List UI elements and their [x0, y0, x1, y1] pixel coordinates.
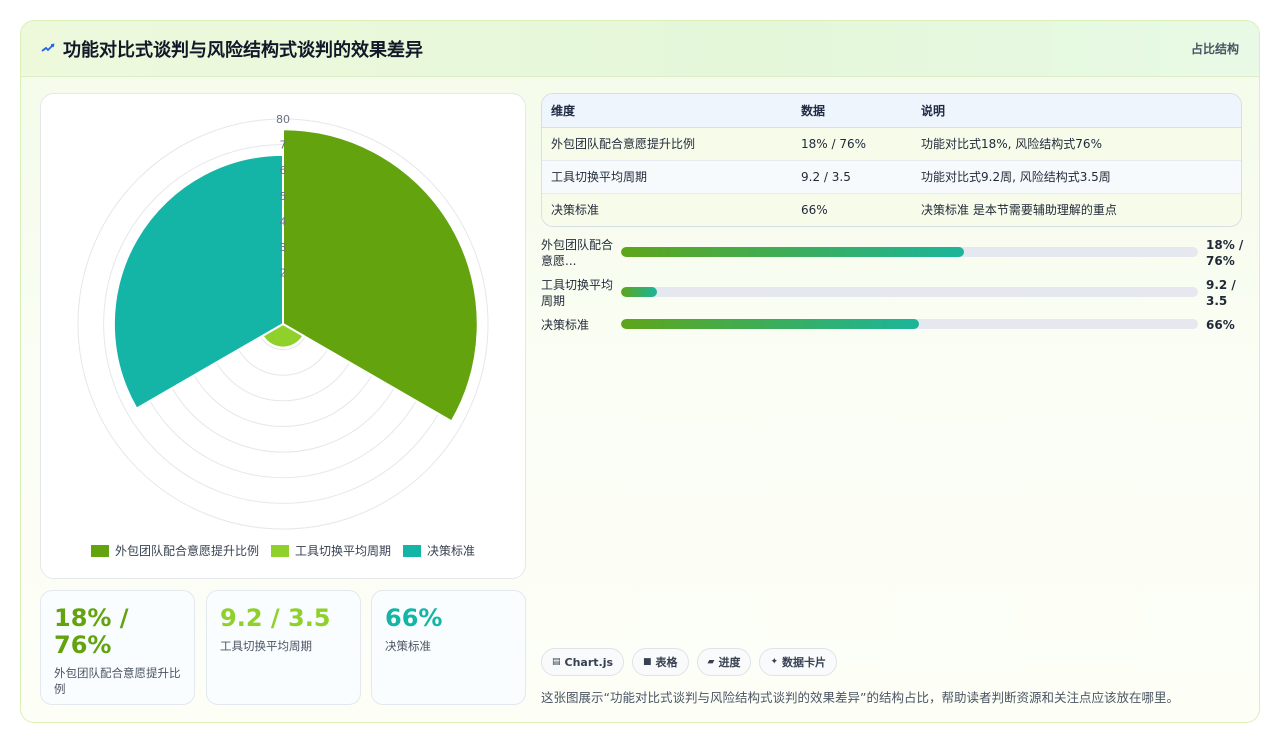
chip-label: 表格 — [655, 656, 678, 669]
tag-chips: ▤ Chart.js ■ 表格 ▰ 进度 ✦ 数据卡片 — [541, 648, 838, 676]
stat-label: 工具切换平均周期 — [220, 639, 312, 653]
trend-icon — [41, 43, 55, 52]
progress-value: 18% / 76% — [1206, 238, 1244, 268]
progress-fill — [621, 247, 965, 257]
table-cell: 外包团队配合意愿提升比例 — [542, 127, 792, 161]
legend-swatch — [270, 544, 289, 557]
progress-track — [621, 319, 1198, 329]
chip-label: Chart.js — [564, 655, 614, 669]
table-row: 工具切换平均周期 9.2 / 3.5 功能对比式9.2周, 风险结构式3.5周 — [542, 160, 1241, 194]
progress-label: 决策标准 — [541, 318, 590, 332]
table-cell: 工具切换平均周期 — [542, 160, 792, 194]
stat-label: 外包团队配合意愿提升比例 — [54, 666, 181, 696]
legend-label: 工具切换平均周期 — [294, 544, 391, 558]
table-cell: 决策标准 是本节需要辅助理解的重点 — [912, 193, 1241, 226]
legend-swatch — [403, 544, 421, 557]
chart-icon: ▤ — [552, 657, 561, 667]
table-cell: 9.2 / 3.5 — [792, 160, 912, 194]
table-header-cell: 说明 — [912, 94, 1241, 128]
progress-icon: ▰ — [707, 657, 715, 667]
progress-label: 外包团队配合意愿... — [541, 238, 614, 268]
r-tick-label: 6 — [280, 164, 287, 177]
stat-card: 18% / 76% 外包团队配合意愿提升比例 — [40, 590, 195, 705]
progress-value: 9.2 / 3.5 — [1206, 278, 1236, 308]
r-tick-label: 2 — [280, 267, 287, 280]
progress-track — [621, 287, 1198, 297]
r-tick-label: 3 — [280, 241, 287, 254]
main-card: 功能对比式谈判与风险结构式谈判的效果差异 占比结构 80 7 6 5 4 3 2 外包团队配… — [20, 20, 1260, 723]
table-header-row: 维度 数据 说明 — [542, 94, 1241, 128]
polar-sector — [112, 153, 284, 410]
r-tick-label: 4 — [280, 215, 287, 228]
chip-progress[interactable]: ▰ 进度 — [696, 648, 752, 676]
legend-item[interactable]: 决策标准 — [403, 542, 475, 559]
header: 功能对比式谈判与风险结构式谈判的效果差异 占比结构 — [21, 21, 1259, 77]
legend-label: 决策标准 — [427, 544, 476, 558]
progress-fill — [621, 287, 657, 297]
table-row: 外包团队配合意愿提升比例 18% / 76% 功能对比式18%, 风险结构式76… — [542, 127, 1241, 161]
caption: 这张图展示“功能对比式谈判与风险结构式谈判的效果差异”的结构占比，帮助读者判断资… — [541, 690, 1179, 705]
chip-data-card[interactable]: ✦ 数据卡片 — [759, 648, 838, 676]
chart-panel: 80 7 6 5 4 3 2 外包团队配合意愿提升比例 工具切换平均周期 决策标准 — [40, 93, 526, 579]
legend-swatch — [90, 544, 109, 557]
stat-value: 9.2 / 3.5 — [220, 604, 331, 632]
stat-card: 9.2 / 3.5 工具切换平均周期 — [206, 590, 361, 705]
chip-label: 数据卡片 — [782, 656, 827, 669]
progress-value: 66% — [1206, 318, 1235, 332]
chip-table[interactable]: ■ 表格 — [632, 648, 689, 676]
table-header-cell: 数据 — [792, 94, 912, 128]
stat-label: 决策标准 — [385, 639, 431, 653]
chip-chartjs[interactable]: ▤ Chart.js — [541, 648, 625, 676]
header-tag: 占比结构 — [1190, 42, 1239, 56]
stat-value: 18% / 76% — [54, 604, 129, 659]
legend-label: 外包团队配合意愿提升比例 — [114, 544, 259, 558]
data-table: 维度 数据 说明 外包团队配合意愿提升比例 18% / 76% 功能对比式18%… — [541, 93, 1242, 227]
chip-label: 进度 — [718, 656, 741, 669]
legend-item[interactable]: 外包团队配合意愿提升比例 — [90, 542, 259, 559]
legend-item[interactable]: 工具切换平均周期 — [270, 542, 391, 559]
page-title: 功能对比式谈判与风险结构式谈判的效果差异 — [63, 40, 423, 61]
stat-card: 66% 决策标准 — [371, 590, 526, 705]
sparkle-icon: ✦ — [770, 657, 779, 667]
table-cell: 功能对比式9.2周, 风险结构式3.5周 — [912, 160, 1241, 194]
table-cell: 18% / 76% — [792, 127, 912, 161]
r-tick-label: 7 — [280, 139, 287, 152]
table-row: 决策标准 66% 决策标准 是本节需要辅助理解的重点 — [542, 193, 1241, 226]
progress-track — [621, 247, 1198, 257]
table-cell: 66% — [792, 193, 912, 226]
progress-fill — [621, 319, 920, 329]
polar-area-chart: 80 7 6 5 4 3 2 — [77, 113, 489, 530]
stat-value: 66% — [385, 604, 443, 632]
r-tick-label: 80 — [276, 113, 290, 126]
table-header-cell: 维度 — [542, 94, 792, 128]
chart-legend: 外包团队配合意愿提升比例 工具切换平均周期 决策标准 — [41, 542, 525, 559]
table-icon: ■ — [643, 657, 652, 667]
table-cell: 决策标准 — [542, 193, 792, 226]
progress-label: 工具切换平均周期 — [541, 278, 614, 308]
table-cell: 功能对比式18%, 风险结构式76% — [912, 127, 1241, 161]
polar-sector — [282, 128, 479, 423]
r-tick-label: 5 — [280, 190, 287, 203]
